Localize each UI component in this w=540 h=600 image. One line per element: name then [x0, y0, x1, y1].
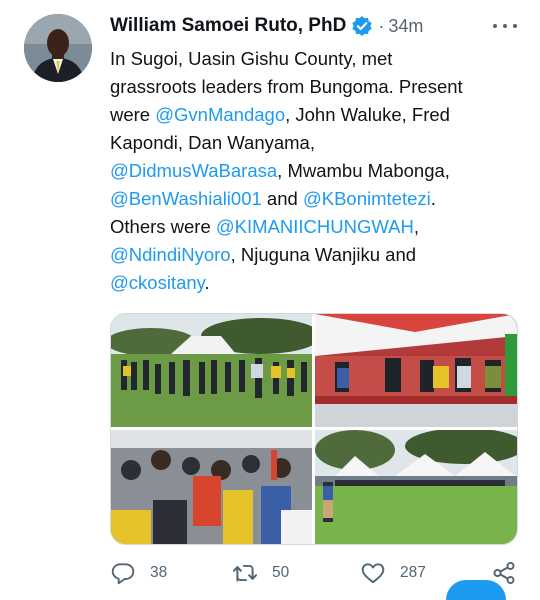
retweet-icon: [232, 560, 258, 586]
tweet-text-segment: , Njuguna Wanjiku and: [230, 244, 417, 265]
tweet-text-segment: were: [110, 104, 156, 125]
photo-crowd-field[interactable]: [111, 314, 312, 427]
like-button[interactable]: 287: [360, 558, 426, 588]
verified-badge-icon: [351, 15, 373, 37]
tweet-text-line: @BenWashiali001 and @KBonimtetezi.: [110, 185, 520, 213]
compose-fab[interactable]: [446, 580, 506, 600]
tweet-text-segment: , Mwambu Mabonga,: [277, 160, 450, 181]
tweet-text-segment: .: [204, 272, 210, 293]
tweet-text-segment: and: [261, 188, 303, 209]
retweet-count: 50: [272, 564, 290, 581]
tweet-text-line: @DidmusWaBarasa, Mwambu Mabonga,: [110, 157, 520, 185]
tweet-text-line: In Sugoi, Uasin Gishu County, met: [110, 45, 520, 73]
like-count: 287: [400, 564, 426, 581]
heart-icon: [360, 560, 386, 586]
mention-link[interactable]: @GvnMandago: [155, 104, 285, 125]
tweet-text-segment: , John Waluke, Fred: [285, 104, 450, 125]
mention-link[interactable]: @DidmusWaBarasa: [110, 160, 277, 181]
mention-link[interactable]: @BenWashiali001: [110, 188, 262, 209]
tweet-timestamp[interactable]: 34m: [388, 16, 423, 37]
dot-separator: ·: [378, 15, 385, 36]
tweet-text-line: @NdindiNyoro, Njuguna Wanjiku and: [110, 241, 520, 269]
tweet-text-segment: Others were: [110, 216, 216, 237]
retweet-button[interactable]: 50: [232, 558, 289, 588]
tweet-text-line: Others were @KIMANIICHUNGWAH,: [110, 213, 520, 241]
tweet-text-line: @ckositany.: [110, 269, 520, 297]
tweet-text-segment: grassroots leaders from Bungoma. Present: [110, 76, 463, 97]
avatar[interactable]: [24, 14, 92, 82]
tweet-text-line: Kapondi, Dan Wanyama,: [110, 129, 520, 157]
tweet-text-segment: Kapondi, Dan Wanyama,: [110, 132, 315, 153]
mention-link[interactable]: @NdindiNyoro: [110, 244, 231, 265]
tweet-header: William Samoei Ruto, PhD · 34m: [110, 14, 423, 38]
photo-tent-seated[interactable]: [315, 314, 517, 427]
tweet-text-segment: ,: [413, 216, 420, 237]
reply-button[interactable]: 38: [110, 558, 167, 588]
photo-cheering-crowd[interactable]: [111, 430, 312, 544]
mention-link[interactable]: @KBonimtetezi: [303, 188, 431, 209]
reply-count: 38: [150, 564, 168, 581]
tweet-text: In Sugoi, Uasin Gishu County, met grassro…: [110, 45, 520, 297]
more-options-icon[interactable]: [493, 16, 517, 36]
photo-speaker-field[interactable]: [315, 430, 517, 544]
tweet-text-line: grassroots leaders from Bungoma. Present: [110, 73, 520, 101]
reply-icon: [110, 560, 136, 586]
media-grid: [110, 313, 518, 545]
mention-link[interactable]: @KIMANIICHUNGWAH: [216, 216, 414, 237]
tweet-text-segment: .: [430, 188, 436, 209]
mention-link[interactable]: @ckositany: [110, 272, 205, 293]
tweet-text-segment: In Sugoi, Uasin Gishu County, met: [110, 48, 393, 69]
author-name[interactable]: William Samoei Ruto, PhD: [110, 15, 346, 37]
tweet-text-line: were @GvnMandago, John Waluke, Fred: [110, 101, 520, 129]
